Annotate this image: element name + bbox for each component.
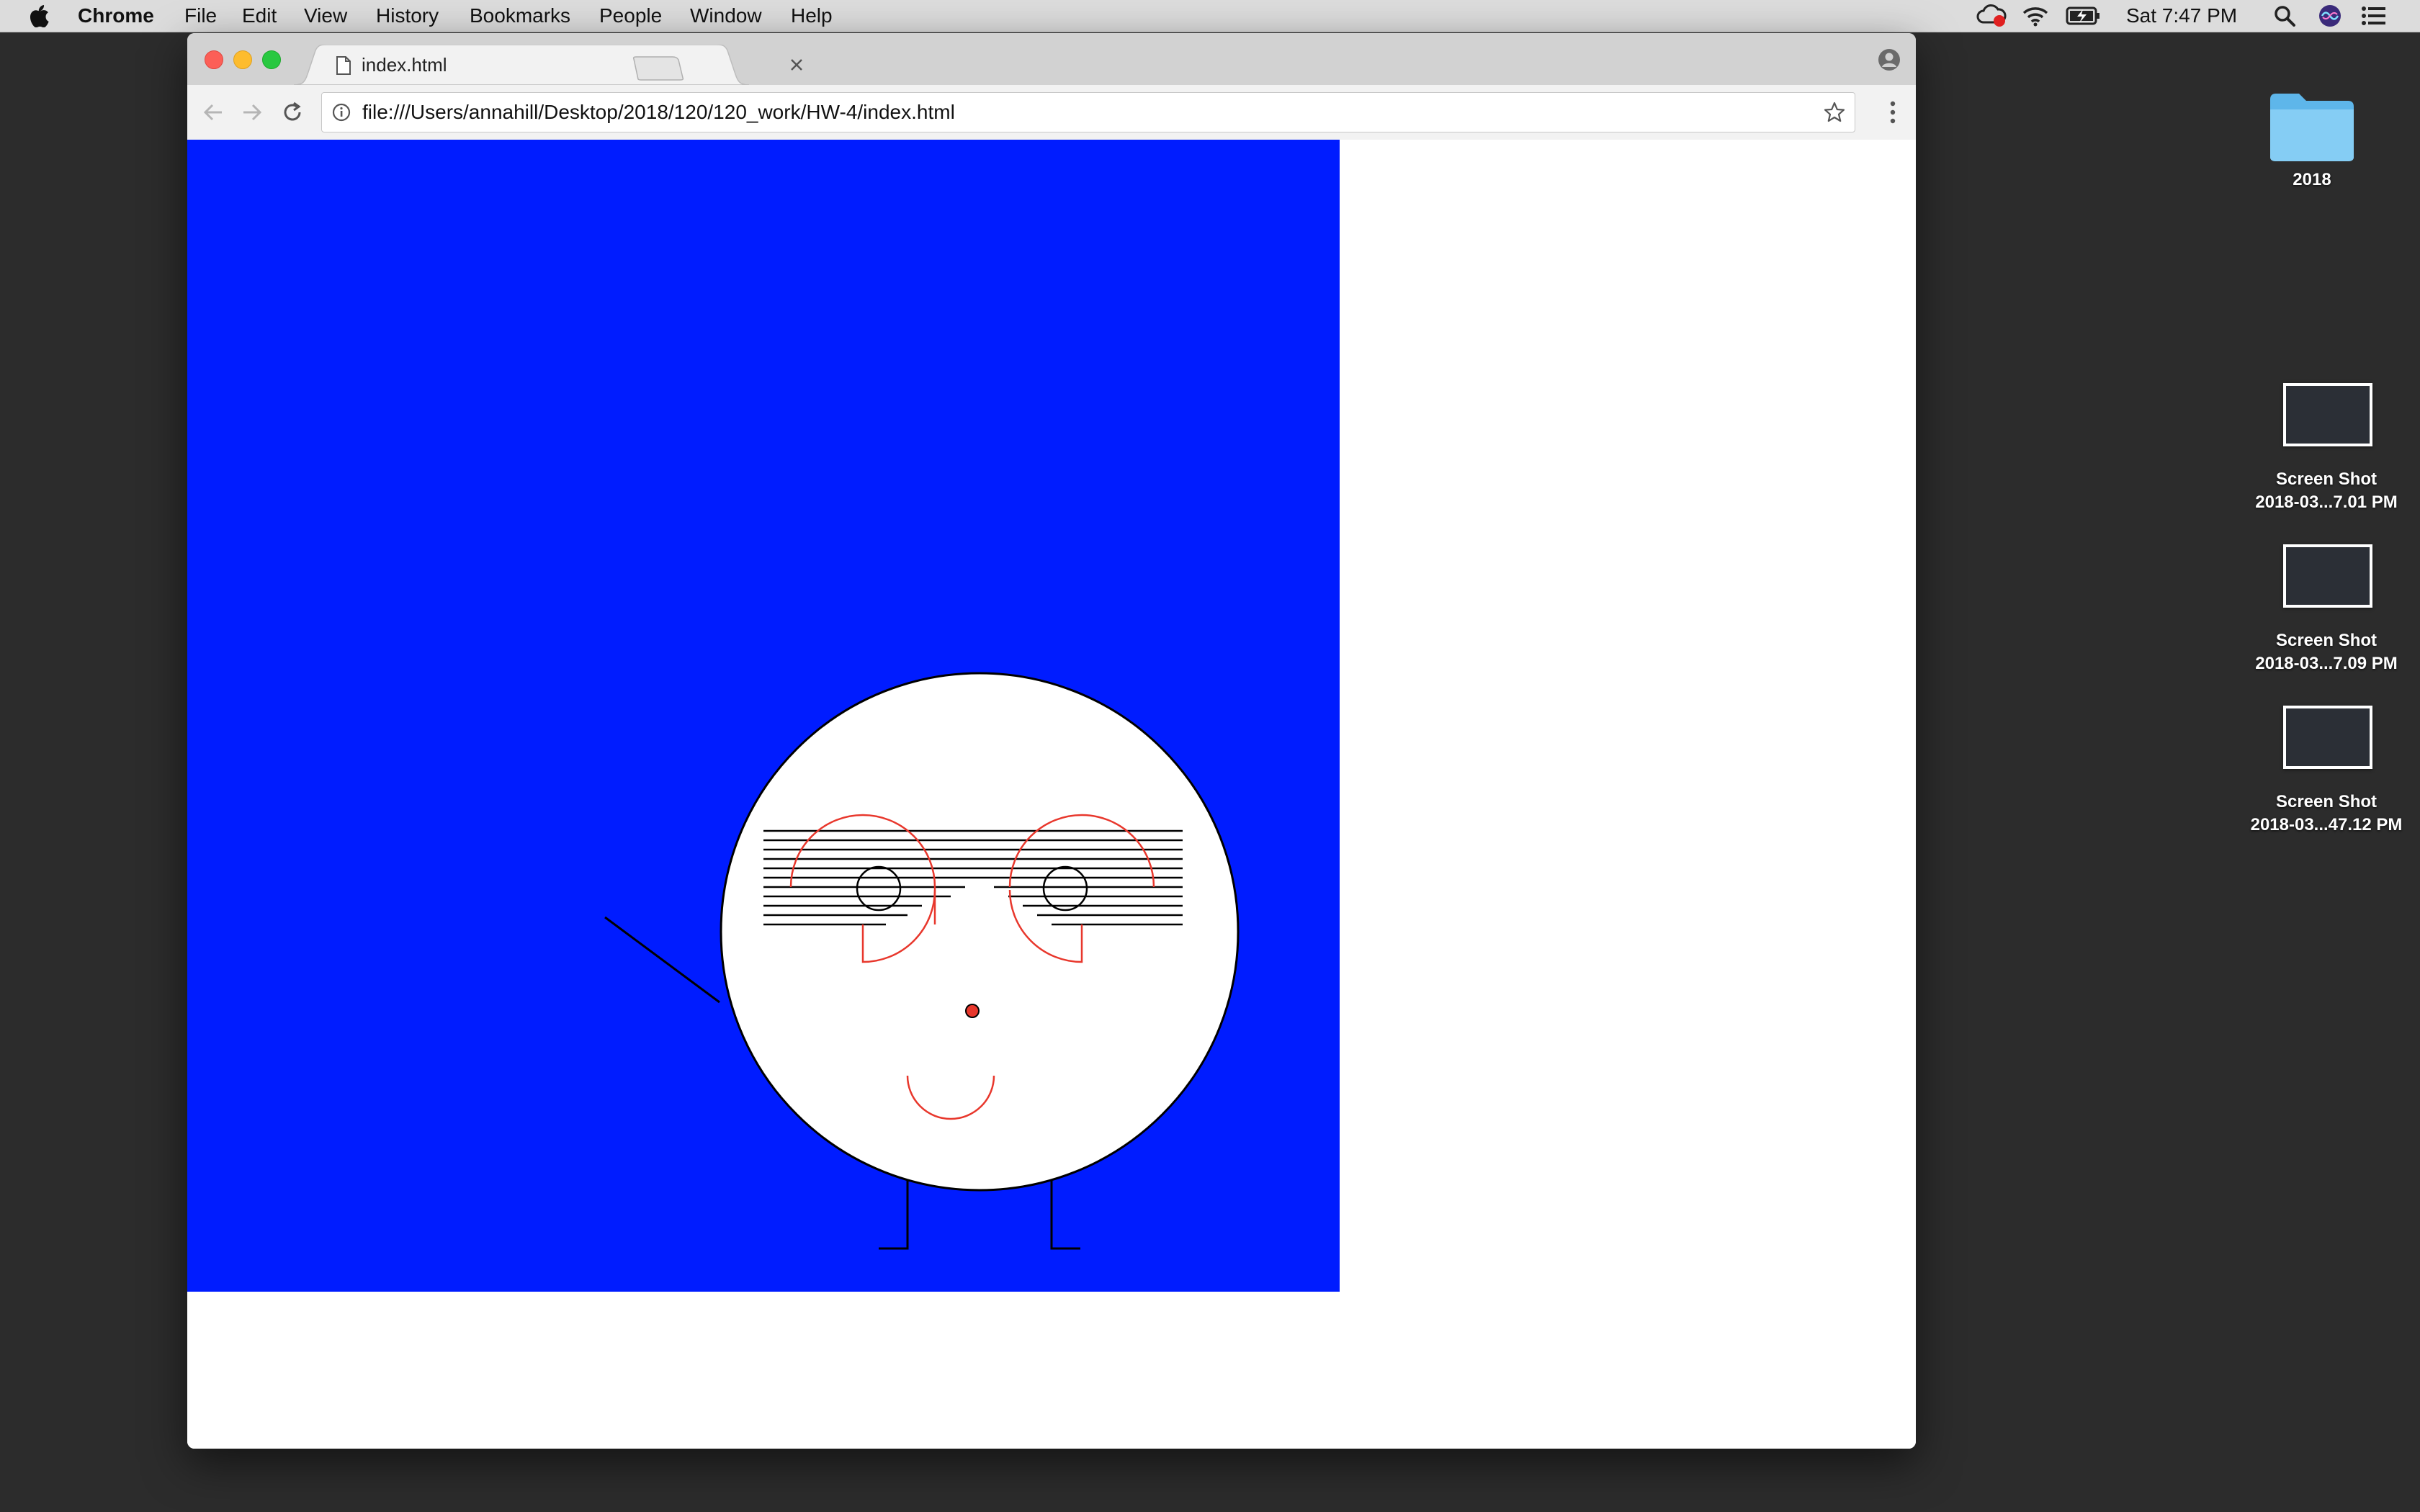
p5-sketch-canvas[interactable]	[187, 140, 1340, 1292]
face-circle	[720, 672, 1240, 1192]
menu-bookmarks[interactable]: Bookmarks	[470, 0, 570, 32]
profile-avatar-icon[interactable]	[1877, 48, 1901, 72]
address-url[interactable]: file:///Users/annahill/Desktop/2018/120/…	[362, 93, 955, 132]
menu-window[interactable]: Window	[690, 0, 762, 32]
menu-people[interactable]: People	[599, 0, 662, 32]
wifi-icon[interactable]	[2021, 4, 2050, 27]
screenshot-thumbnail-icon	[2283, 544, 2372, 608]
browser-window: index.html file:///Users/annahill/Deskto…	[187, 33, 1916, 1449]
minimize-window-button[interactable]	[233, 50, 252, 69]
menu-clock[interactable]: Sat 7:47 PM	[2126, 0, 2237, 32]
menu-help[interactable]: Help	[791, 0, 833, 32]
close-window-button[interactable]	[205, 50, 223, 69]
reload-icon[interactable]	[281, 101, 304, 124]
menu-bar: Chrome File Edit View History Bookmarks …	[0, 0, 2420, 32]
kebab-menu-icon[interactable]	[1888, 100, 1897, 125]
close-tab-icon[interactable]	[789, 58, 804, 72]
document-icon	[336, 56, 351, 75]
screenshot-label-line2: 2018-03...47.12 PM	[2250, 815, 2403, 834]
creative-cloud-icon[interactable]	[1975, 4, 2008, 28]
back-arrow-icon[interactable]	[202, 101, 225, 124]
apple-logo-icon[interactable]	[29, 4, 49, 27]
menu-app-name[interactable]: Chrome	[78, 0, 154, 32]
menu-view[interactable]: View	[304, 0, 347, 32]
forward-arrow-icon[interactable]	[241, 101, 264, 124]
page-viewport	[187, 140, 1916, 1449]
menu-file[interactable]: File	[184, 0, 217, 32]
new-tab-button[interactable]	[632, 56, 684, 81]
desktop-screenshot-1[interactable]: Screen Shot 2018-03...7.01 PM	[2233, 383, 2420, 513]
folder-icon	[2270, 94, 2354, 161]
nose-dot	[965, 1004, 980, 1018]
siri-icon[interactable]	[2318, 4, 2342, 28]
desktop-screenshot-2[interactable]: Screen Shot 2018-03...7.09 PM	[2233, 544, 2420, 674]
folder-label: 2018	[2293, 170, 2331, 189]
desktop-screenshot-3[interactable]: Screen Shot 2018-03...47.12 PM	[2233, 706, 2420, 835]
screenshot-label-line1: Screen Shot	[2275, 469, 2378, 489]
menu-edit[interactable]: Edit	[242, 0, 277, 32]
notification-center-icon[interactable]	[2361, 5, 2387, 27]
tab-strip: index.html	[187, 33, 1916, 85]
screenshot-label-line1: Screen Shot	[2275, 792, 2378, 811]
screenshot-thumbnail-icon	[2283, 706, 2372, 769]
tab-index-html[interactable]: index.html	[294, 45, 812, 85]
screenshot-label-line2: 2018-03...7.09 PM	[2255, 654, 2398, 673]
screenshot-label-line2: 2018-03...7.01 PM	[2255, 492, 2398, 512]
tab-title: index.html	[362, 54, 447, 76]
menu-history[interactable]: History	[376, 0, 439, 32]
canvas-background	[187, 140, 1340, 1292]
info-icon[interactable]	[332, 103, 351, 122]
spotlight-search-icon[interactable]	[2273, 4, 2296, 27]
browser-toolbar: file:///Users/annahill/Desktop/2018/120/…	[187, 85, 1916, 140]
bookmark-star-icon[interactable]	[1823, 101, 1846, 124]
screenshot-label-line1: Screen Shot	[2275, 631, 2378, 650]
zoom-window-button[interactable]	[262, 50, 281, 69]
battery-charging-icon[interactable]	[2066, 6, 2102, 26]
screenshot-thumbnail-icon	[2283, 383, 2372, 446]
address-bar[interactable]: file:///Users/annahill/Desktop/2018/120/…	[321, 92, 1855, 132]
desktop-folder-2018[interactable]: 2018	[2247, 88, 2377, 191]
